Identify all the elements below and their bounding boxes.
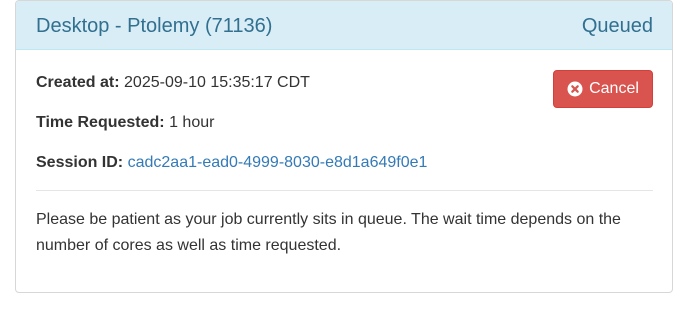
session-card: Desktop - Ptolemy (71136) Queued Created… (15, 0, 673, 293)
created-at-line: Created at: 2025-09-10 15:35:17 CDT (36, 73, 310, 93)
created-at-label: Created at: (36, 74, 120, 91)
session-card-header: Desktop - Ptolemy (71136) Queued (16, 1, 672, 50)
divider (36, 190, 653, 191)
time-requested-line: Time Requested: 1 hour (36, 113, 214, 133)
session-id-link[interactable]: cadc2aa1-ead0-4999-8030-e8d1a649f0e1 (128, 154, 428, 171)
time-requested-value: 1 hour (169, 114, 215, 131)
cancel-button-label: Cancel (589, 80, 639, 97)
queue-message: Please be patient as your job currently … (36, 211, 621, 254)
session-title: Desktop - Ptolemy (71136) (36, 15, 273, 37)
times-circle-icon (567, 81, 583, 97)
created-at-value: 2025-09-10 15:35:17 CDT (124, 74, 310, 91)
session-id-label: Session ID: (36, 154, 124, 171)
session-id-line: Session ID: cadc2aa1-ead0-4999-8030-e8d1… (36, 153, 427, 173)
status-badge: Queued (581, 15, 653, 37)
time-requested-label: Time Requested: (36, 114, 165, 131)
cancel-button[interactable]: Cancel (553, 70, 653, 108)
